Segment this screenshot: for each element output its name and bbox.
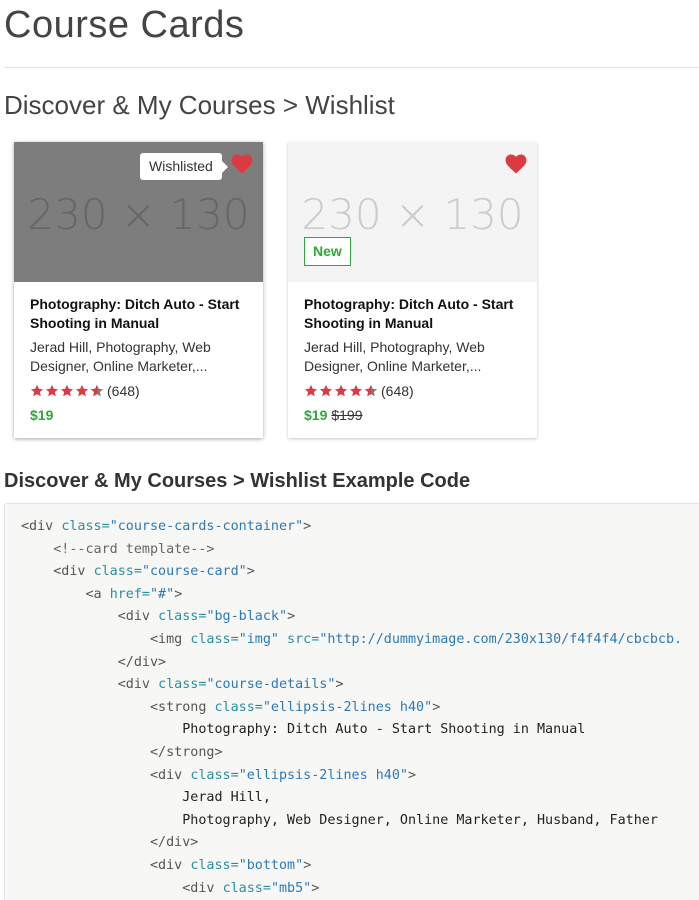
star-icon bbox=[75, 384, 89, 398]
code-line: </strong> bbox=[150, 744, 223, 760]
title-divider bbox=[4, 67, 699, 68]
review-count: (648) bbox=[381, 383, 414, 399]
star-icon bbox=[319, 384, 333, 398]
heart-icon[interactable] bbox=[231, 154, 253, 174]
code-section-title: Discover & My Courses > Wishlist Example… bbox=[4, 470, 471, 492]
wishlisted-tooltip: Wishlisted bbox=[140, 153, 228, 180]
course-card[interactable]: 230 × 130 New Photography: Ditch Auto - … bbox=[288, 142, 537, 438]
code-line: </div> bbox=[150, 835, 199, 851]
code-line: <div class="bottom"> bbox=[150, 857, 312, 873]
course-instructors: Jerad Hill, Photography, Web Designer, O… bbox=[304, 339, 485, 374]
course-thumbnail[interactable]: 230 × 130 Wishlisted bbox=[14, 142, 263, 282]
star-icon bbox=[45, 384, 59, 398]
page-title: Course Cards bbox=[4, 4, 245, 46]
review-count: (648) bbox=[107, 383, 140, 399]
course-rating: (648) bbox=[304, 381, 521, 401]
code-line: <strong class="ellipsis-2lines h40"> bbox=[150, 699, 441, 715]
course-details: Photography: Ditch Auto - Start Shooting… bbox=[304, 295, 521, 423]
current-price: $19 bbox=[30, 407, 54, 423]
current-price: $19 bbox=[304, 407, 328, 423]
code-line: </div> bbox=[117, 654, 167, 670]
star-icon bbox=[349, 384, 363, 398]
course-price: $19 $199 bbox=[304, 407, 521, 423]
star-icon bbox=[304, 384, 318, 398]
code-line: <div class="course-card"> bbox=[53, 564, 255, 580]
course-title[interactable]: Photography: Ditch Auto - Start Shooting… bbox=[30, 295, 247, 333]
code-line: <div class="course-details"> bbox=[117, 677, 344, 693]
star-rating bbox=[304, 384, 378, 398]
star-rating bbox=[30, 384, 104, 398]
code-line: Photography, Web Designer, Online Market… bbox=[182, 812, 658, 828]
new-badge: New bbox=[304, 237, 351, 266]
code-line: <a href="#"> bbox=[85, 586, 183, 602]
code-line: <div class="bg-black"> bbox=[117, 609, 296, 625]
code-line: <!--card template--> bbox=[53, 541, 215, 557]
code-line: <img class="img" src="http://dummyimage.… bbox=[150, 631, 683, 647]
code-line: <div class="course-cards-container"> bbox=[21, 519, 312, 534]
code-line: <div class="mb5"> bbox=[182, 880, 320, 896]
star-half-icon bbox=[364, 384, 378, 398]
star-icon bbox=[334, 384, 348, 398]
thumbnail-placeholder-text: 230 × 130 bbox=[301, 190, 524, 239]
course-details: Photography: Ditch Auto - Start Shooting… bbox=[30, 295, 247, 423]
star-icon bbox=[60, 384, 74, 398]
code-content: <div class="course-cards-container"> <!-… bbox=[21, 516, 682, 900]
star-icon bbox=[30, 384, 44, 398]
star-half-icon bbox=[90, 384, 104, 398]
code-line: Photography: Ditch Auto - Start Shooting… bbox=[182, 722, 586, 738]
course-title[interactable]: Photography: Ditch Auto - Start Shooting… bbox=[304, 295, 521, 333]
code-line: <div class="ellipsis-2lines h40"> bbox=[150, 767, 417, 783]
course-rating: (648) bbox=[30, 381, 247, 401]
course-instructors: Jerad Hill, Photography, Web Designer, O… bbox=[30, 339, 211, 374]
course-card[interactable]: 230 × 130 Wishlisted Photography: Ditch … bbox=[14, 142, 263, 438]
heart-icon[interactable] bbox=[505, 154, 527, 174]
course-price: $19 bbox=[30, 407, 247, 423]
course-thumbnail[interactable]: 230 × 130 New bbox=[288, 142, 537, 282]
code-line: Jerad Hill, bbox=[182, 790, 271, 806]
thumbnail-placeholder-text: 230 × 130 bbox=[27, 190, 250, 239]
original-price: $199 bbox=[331, 407, 363, 423]
section-title: Discover & My Courses > Wishlist bbox=[4, 90, 395, 120]
code-block[interactable]: <div class="course-cards-container"> <!-… bbox=[4, 503, 699, 900]
